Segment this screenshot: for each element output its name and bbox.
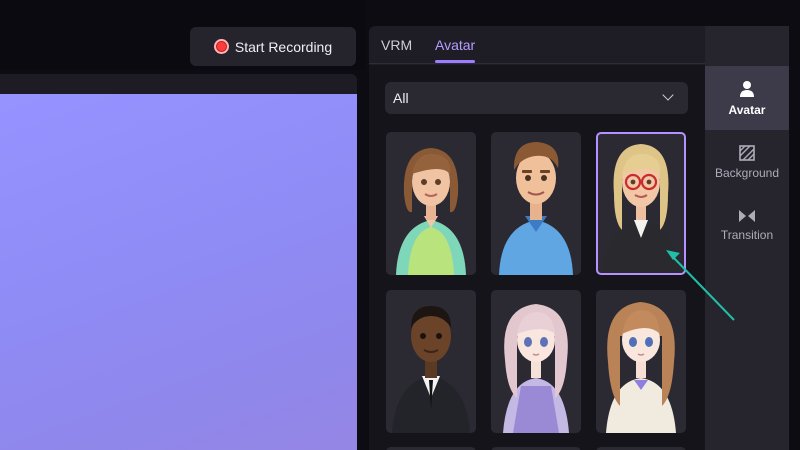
start-recording-label: Start Recording xyxy=(234,38,333,55)
avatar-woman-glasses-thumbnail xyxy=(602,144,680,273)
avatar-anime-girl-lavender-thumbnail xyxy=(503,304,569,433)
sidenav-item-avatar[interactable]: Avatar xyxy=(705,66,789,130)
sidenav-item-transition[interactable]: Transition xyxy=(705,209,789,253)
content-panel: VRM Avatar All xyxy=(369,26,705,450)
preview-canvas xyxy=(0,94,357,450)
avatar-card-6[interactable] xyxy=(596,290,686,433)
tab-avatar[interactable]: Avatar xyxy=(435,37,475,53)
avatar-woman-brown-hair-thumbnail xyxy=(396,148,466,275)
avatar-gallery: All xyxy=(369,65,705,450)
person-icon xyxy=(740,81,754,97)
avatar-card-1[interactable] xyxy=(386,132,476,275)
record-icon xyxy=(213,39,229,54)
category-filter-value: All xyxy=(393,90,409,106)
panel-tabs: VRM Avatar xyxy=(369,26,705,64)
avatar-man-suit-thumbnail xyxy=(392,306,470,433)
side-navigation: Avatar Background Transition xyxy=(705,26,789,450)
sidenav-item-label: Transition xyxy=(720,228,774,242)
avatar-anime-girl-brown-thumbnail xyxy=(606,302,676,433)
tab-vrm[interactable]: VRM xyxy=(381,37,412,53)
avatar-card-4[interactable] xyxy=(386,290,476,433)
transition-icon xyxy=(739,210,755,222)
background-icon xyxy=(739,145,755,161)
sidenav-item-label: Avatar xyxy=(728,103,766,117)
sidenav-item-background[interactable]: Background xyxy=(705,145,789,189)
start-recording-button[interactable]: Start Recording xyxy=(190,27,356,66)
avatar-man-quiff-thumbnail xyxy=(499,142,573,275)
avatar-card-2[interactable] xyxy=(491,132,581,275)
avatar-card-3[interactable] xyxy=(596,132,686,275)
chevron-down-icon xyxy=(662,89,674,101)
avatar-card-5[interactable] xyxy=(491,290,581,433)
sidenav-item-label: Background xyxy=(714,166,780,180)
category-filter-select[interactable]: All xyxy=(385,82,688,114)
tab-active-indicator xyxy=(435,60,475,63)
